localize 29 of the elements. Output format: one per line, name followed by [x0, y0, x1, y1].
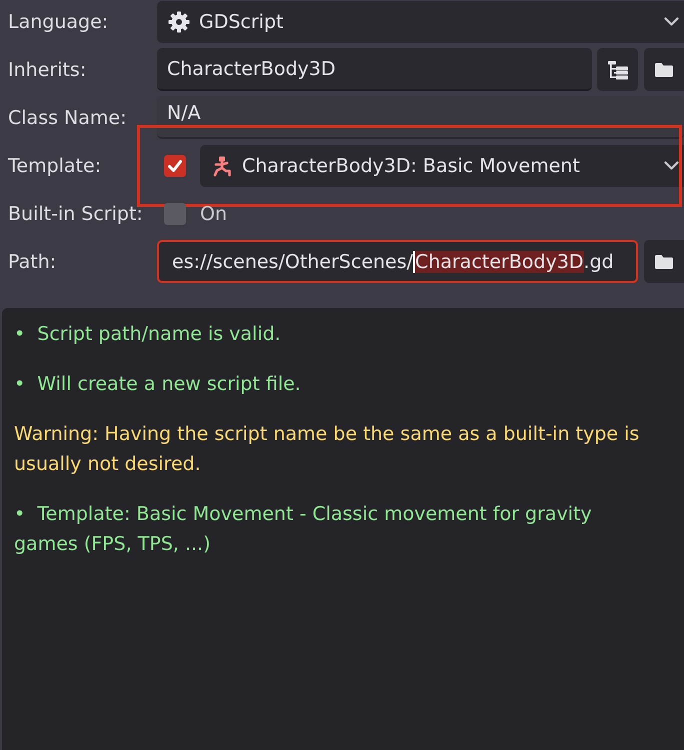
chevron-down-icon [664, 161, 679, 170]
chevron-down-icon [664, 17, 679, 26]
field-label: Inherits: [8, 58, 86, 82]
folder-icon [654, 62, 674, 78]
folder-icon [654, 254, 674, 270]
text-selection: CharacterBody3D [413, 250, 584, 272]
field-label: Language: [8, 10, 108, 34]
gear-icon [168, 10, 190, 32]
warning-message: Warning: Having the script name be the same as a built-in type is usually not desired. [14, 422, 640, 477]
status-message: • Will create a new script file. [14, 372, 302, 397]
folder-button[interactable] [644, 240, 684, 283]
status-message: • Template: Basic Movement - Classic movement for gravity games (FPS, TPS, ...) [14, 502, 593, 557]
checkbox-label: On [200, 202, 227, 226]
field-label: Path: [8, 250, 56, 274]
field-label: Built-in Script: [8, 202, 143, 226]
running-figure-icon [211, 154, 233, 176]
path-field[interactable]: es://scenes/OtherScenes/CharacterBody3D.gd [157, 240, 638, 283]
hierarchy-icon [606, 60, 628, 80]
field-label: Class Name: [8, 106, 126, 130]
checkbox[interactable] [164, 154, 186, 176]
status-message: • Script path/name is valid. [14, 322, 282, 347]
field-label: Template: [8, 154, 102, 178]
folder-button[interactable] [644, 48, 684, 91]
hierarchy-button[interactable] [597, 48, 638, 91]
class-name-field[interactable]: N/A [157, 96, 684, 139]
checkbox[interactable] [164, 202, 186, 224]
language-dropdown[interactable]: GDScript [157, 0, 684, 42]
inherits-field[interactable]: CharacterBody3D [157, 48, 592, 91]
template-dropdown[interactable]: CharacterBody3D: Basic Movement [200, 144, 684, 186]
